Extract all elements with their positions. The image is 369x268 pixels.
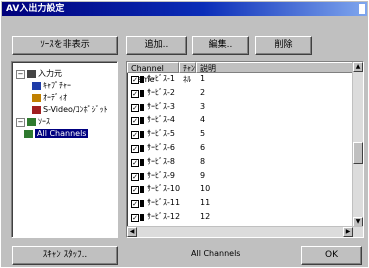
edit-button[interactable]: 編集.. xyxy=(192,36,249,55)
table-row[interactable]: ✓ ｻｰﾋﾞｽ-4 4 xyxy=(127,115,353,126)
close-icon[interactable] xyxy=(359,4,365,14)
row-checkbox[interactable]: ✓ xyxy=(131,145,139,153)
row-checkbox[interactable]: ✓ xyxy=(131,131,139,140)
scroll-thumb[interactable] xyxy=(353,142,363,164)
table-row[interactable]: ✓ ｻｰﾋﾞｽ-5 5 xyxy=(127,129,353,140)
row-checkbox[interactable]: ✓ xyxy=(131,76,139,84)
window-title: AV入出力設定 xyxy=(6,4,65,14)
audio-icon xyxy=(32,93,41,102)
device-icon xyxy=(140,103,144,111)
vertical-scrollbar[interactable]: ▲ ▼ xyxy=(352,62,363,227)
table-row[interactable]: ✓ ｻｰﾋﾞｽ-6 6 xyxy=(127,143,353,154)
video-input-icon xyxy=(32,105,41,114)
status-label: All Channels xyxy=(191,249,241,258)
settings-window: AV入出力設定 ｿｰｽを非表示 追加.. 編集.. 削除 − 入力元 ｷｬﾌﾟﾁｬｰ… xyxy=(0,0,369,268)
title-bar: AV入出力設定 xyxy=(2,2,367,16)
tree-item[interactable]: All Channels xyxy=(24,128,89,140)
tree-item-label: S-Video/ｺﾝﾎﾟｼﾞｯﾄ xyxy=(43,105,108,114)
capture-card-icon xyxy=(32,81,41,90)
channel-name: ｻｰﾋﾞｽ-12 xyxy=(147,212,181,221)
channel-number: 8 xyxy=(200,156,206,166)
tree-item-label: ｵｰﾃﾞｨｵ xyxy=(43,93,67,102)
tree-item[interactable]: − ｿｰｽ xyxy=(16,116,50,128)
table-row[interactable]: ✓ ｻｰﾋﾞｽ-3 3 xyxy=(127,102,353,113)
add-button[interactable]: 追加.. xyxy=(126,36,187,55)
channel-number: 12 xyxy=(200,212,211,221)
channel-name: ｻｰﾋﾞｽ-6 xyxy=(147,143,175,152)
row-checkbox[interactable]: ✓ xyxy=(131,172,139,181)
tree-item-label: 入力元 xyxy=(38,69,62,78)
row-checkbox[interactable]: ✓ xyxy=(131,158,139,167)
channels-icon xyxy=(24,129,33,138)
tree-item-label: All Channels xyxy=(35,129,89,138)
tree-item[interactable]: ｷｬﾌﾟﾁｬｰ xyxy=(32,80,71,92)
table-row[interactable]: ✓ ｻｰﾋﾞｽ-2 2 xyxy=(127,88,353,99)
channel-number: 5 xyxy=(200,129,206,139)
channel-name: ｻｰﾋﾞｽ-1 xyxy=(147,74,175,83)
scroll-left-icon[interactable]: ◀ xyxy=(127,227,137,237)
column-header-channel[interactable]: ﾁｬﾝﾈﾙ xyxy=(179,62,196,84)
device-icon xyxy=(140,117,144,125)
channel-number: 6 xyxy=(200,143,206,152)
delete-button[interactable]: 削除 xyxy=(255,36,312,55)
device-icon xyxy=(140,76,144,83)
table-row[interactable]: ✓ ｻｰﾋﾞｽ-11 11 xyxy=(127,198,353,209)
horizontal-scrollbar[interactable]: ◀ ▶ xyxy=(127,226,363,237)
tree-item-label: ｿｰｽ xyxy=(38,117,50,126)
row-checkbox[interactable]: ✓ xyxy=(131,214,139,222)
device-icon xyxy=(140,145,144,152)
channel-name: ｻｰﾋﾞｽ-3 xyxy=(147,101,175,111)
channel-name: ｻｰﾋﾞｽ-9 xyxy=(147,170,175,180)
channel-number: 9 xyxy=(200,170,206,180)
device-icon xyxy=(140,200,144,208)
source-icon xyxy=(27,117,36,126)
channel-number: 11 xyxy=(200,198,211,208)
channel-rows: ✓ ｻｰﾋﾞｽ-1 1 ✓ ｻｰﾋﾞｽ-2 2 ✓ ｻｰﾋﾞｽ-3 3 ✓ ｻｰﾋﾞｽ-4 4 ✓ ｻｰﾋ… xyxy=(127,74,353,226)
row-checkbox[interactable]: ✓ xyxy=(131,89,139,98)
ok-button[interactable]: OK xyxy=(301,246,362,265)
row-checkbox[interactable]: ✓ xyxy=(131,200,139,209)
row-checkbox[interactable]: ✓ xyxy=(131,103,139,112)
table-row[interactable]: ✓ ｻｰﾋﾞｽ-1 1 xyxy=(127,74,353,85)
table-row[interactable]: ✓ ｻｰﾋﾞｽ-9 9 xyxy=(127,171,353,182)
tree-item[interactable]: − 入力元 xyxy=(16,68,62,80)
table-row[interactable]: ✓ ｻｰﾋﾞｽ-10 10 xyxy=(127,184,353,195)
table-row[interactable]: ✓ ｻｰﾋﾞｽ-12 12 xyxy=(127,212,353,223)
tree-item[interactable]: S-Video/ｺﾝﾎﾟｼﾞｯﾄ xyxy=(32,104,108,116)
channel-name: ｻｰﾋﾞｽ-10 xyxy=(147,184,181,194)
channel-name: ｻｰﾋﾞｽ-5 xyxy=(147,129,175,139)
scroll-right-icon[interactable]: ▶ xyxy=(343,227,353,237)
source-tree[interactable]: − 入力元 ｷｬﾌﾟﾁｬｰ ｵｰﾃﾞｨｵ S-Video/ｺﾝﾎﾟｼﾞｯﾄ − ｿｰｽ All… xyxy=(11,61,118,238)
tree-item[interactable]: ｵｰﾃﾞｨｵ xyxy=(32,92,67,104)
channel-number: 3 xyxy=(200,101,206,111)
expand-toggle-icon[interactable]: − xyxy=(16,70,25,79)
expand-toggle-icon[interactable]: − xyxy=(16,118,25,127)
channel-name: ｻｰﾋﾞｽ-11 xyxy=(147,198,181,208)
device-icon xyxy=(140,131,144,139)
channel-list[interactable]: Channel Name ﾁｬﾝﾈﾙ 説明 ✓ｻｰﾋﾞｽ-11✓ｻｰﾋﾞｽ-22… xyxy=(126,61,364,238)
row-checkbox[interactable]: ✓ xyxy=(131,117,139,126)
hide-source-button[interactable]: ｿｰｽを非表示 xyxy=(12,36,118,55)
scan-button[interactable]: ｽｷｬﾝ ｽﾀｯﾌ.. xyxy=(12,246,118,265)
channel-number: 10 xyxy=(200,184,211,194)
channel-name: ｻｰﾋﾞｽ-4 xyxy=(147,115,175,125)
channel-number: 2 xyxy=(200,87,206,97)
channel-name: ｻｰﾋﾞｽ-2 xyxy=(147,87,175,97)
device-icon xyxy=(140,158,144,166)
device-icon xyxy=(140,214,144,221)
channel-number: 4 xyxy=(200,115,206,125)
device-icon xyxy=(140,186,144,194)
tree-item-label: ｷｬﾌﾟﾁｬｰ xyxy=(43,81,71,90)
scroll-up-icon[interactable]: ▲ xyxy=(353,62,363,72)
channel-name: ｻｰﾋﾞｽ-8 xyxy=(147,156,175,166)
plug-icon xyxy=(27,69,36,78)
column-header-name[interactable]: Channel Name xyxy=(127,62,179,84)
row-checkbox[interactable]: ✓ xyxy=(131,186,139,195)
table-row[interactable]: ✓ ｻｰﾋﾞｽ-8 8 xyxy=(127,157,353,168)
device-icon xyxy=(140,89,144,97)
column-header-description[interactable]: 説明 xyxy=(196,62,353,73)
device-icon xyxy=(140,172,144,180)
channel-number: 1 xyxy=(200,74,206,83)
